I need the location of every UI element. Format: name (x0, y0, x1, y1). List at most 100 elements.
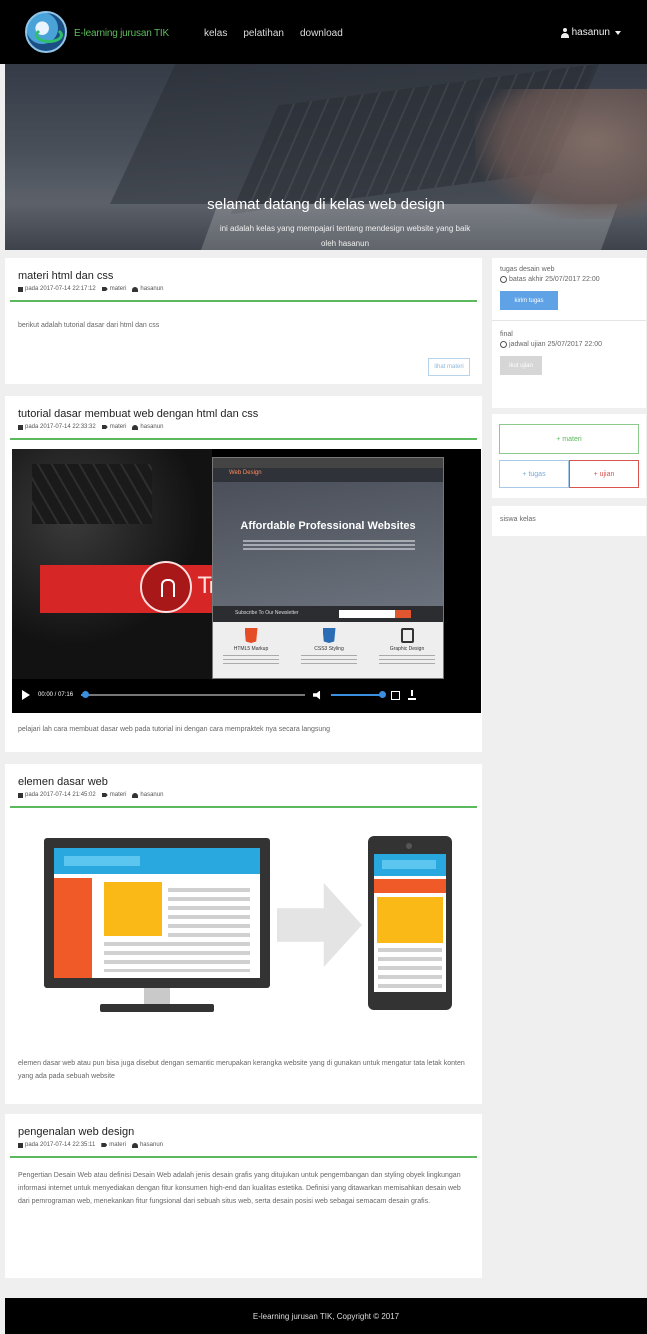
site-subtitle-lines (243, 540, 415, 550)
nav-links: kelas pelatihan download (204, 28, 343, 39)
post-title[interactable]: elemen dasar web (18, 776, 108, 788)
responsive-design-illustration (12, 818, 481, 1038)
nav-link-pelatihan[interactable]: pelatihan (243, 28, 284, 39)
hero-author: oleh hasanun (320, 239, 370, 249)
site-logo-text: Web Design (229, 470, 262, 476)
site-title: Affordable Professional Websites (240, 520, 416, 532)
desktop-text-lines (168, 888, 250, 938)
newsletter-label: Subscribe To Our Newsletter (235, 610, 299, 616)
mobile-phone (368, 836, 452, 1010)
site-feature: Graphic Design (377, 628, 437, 667)
post-card: materi html dan css pada 2017-07-14 22:1… (5, 258, 482, 384)
nav-link-download[interactable]: download (300, 28, 343, 39)
post-date: pada 2017-07-14 21:45:02 (18, 792, 96, 798)
user-icon (132, 286, 139, 292)
volume-slider[interactable] (331, 691, 387, 698)
post-date: pada 2017-07-14 22:17:12 (18, 286, 96, 292)
add-materi-button[interactable]: + materi (499, 424, 639, 454)
tag-icon (101, 793, 108, 797)
post-author[interactable]: hasanun (132, 792, 163, 798)
post-body: Pengertian Desain Web atau definisi Desa… (18, 1172, 461, 1205)
clock-icon (500, 276, 507, 283)
post-meta: pada 2017-07-14 21:45:02 materi hasanun (18, 792, 163, 798)
post-author[interactable]: hasanun (132, 424, 163, 430)
post-body: elemen dasar web atau pun bisa juga dise… (18, 1060, 465, 1080)
elearning-logo[interactable] (25, 11, 67, 53)
nav-link-kelas[interactable]: kelas (204, 28, 227, 39)
post-divider (10, 806, 477, 808)
post-author[interactable]: hasanun (131, 1142, 163, 1148)
post-tag[interactable]: materi (101, 1142, 126, 1148)
feature-label: Graphic Design (389, 646, 425, 652)
feature-description (301, 655, 357, 667)
user-name: hasanun (571, 27, 610, 38)
add-tugas-button[interactable]: + tugas (499, 460, 569, 488)
divider (492, 320, 646, 321)
task-panel: tugas desain web batas akhir 25/07/2017 … (492, 258, 646, 408)
submit-task-button[interactable]: kirim tugas (500, 291, 558, 310)
post-title[interactable]: tutorial dasar membuat web dengan html d… (18, 408, 258, 420)
tag-icon (101, 1143, 108, 1147)
video-channel-logo (140, 561, 192, 613)
clock-icon (500, 341, 507, 348)
post-divider (10, 1156, 477, 1158)
exam-schedule: jadwal ujian 25/07/2017 22:00 (500, 341, 638, 348)
newsletter-button (395, 610, 411, 618)
site-newsletter: Subscribe To Our Newsletter (213, 606, 443, 622)
video-controls: 00:00 / 07:16 (12, 681, 481, 709)
user-menu[interactable]: hasanun (560, 27, 621, 38)
task-label: tugas desain web (500, 266, 555, 273)
task-deadline: batas akhir 25/07/2017 22:00 (500, 276, 638, 283)
hero-banner: selamat datang di kelas web design ini a… (5, 64, 647, 250)
video-website-screenshot: Web Design Affordable Professional Websi… (212, 457, 444, 679)
tag-icon (101, 287, 108, 291)
video-progress-bar[interactable] (81, 691, 306, 698)
phone-text-lines (378, 948, 442, 988)
video-progress-fill (81, 691, 90, 698)
navbar: E-learning jurusan TIK kelas pelatihan d… (0, 0, 647, 64)
css3-icon (322, 628, 336, 643)
desktop-sidebar-block (54, 878, 92, 978)
feature-label: HTML5 Markup (233, 646, 269, 652)
calendar-icon (18, 792, 23, 798)
play-icon[interactable] (22, 690, 30, 700)
site-feature: CSS3 Styling (299, 628, 359, 667)
post-author[interactable]: hasanun (132, 286, 163, 292)
post-title[interactable]: materi html dan css (18, 270, 113, 282)
calendar-icon (18, 1142, 23, 1148)
caret-down-icon (615, 30, 621, 35)
footer-copyright: E-learning jurusan TIK, Copyright © 2017 (252, 1311, 400, 1321)
class-students-link[interactable]: siswa kelas (500, 516, 638, 523)
post-card: pengenalan web design pada 2017-07-14 22… (5, 1114, 482, 1278)
feature-description (223, 655, 279, 667)
post-title[interactable]: pengenalan web design (18, 1126, 134, 1138)
post-divider (10, 300, 477, 302)
phone-nav-block (374, 879, 446, 893)
arrow-right-icon (277, 883, 362, 967)
hero-title: selamat datang di kelas web design (207, 196, 445, 213)
desktop-content-block (104, 882, 162, 936)
hero-description: ini adalah kelas yang mempajari tentang … (219, 224, 471, 233)
user-icon (560, 27, 569, 38)
post-tag[interactable]: materi (101, 286, 126, 292)
download-icon[interactable] (408, 690, 417, 700)
user-icon (131, 1142, 138, 1148)
take-exam-button[interactable]: ikut ujian (500, 356, 542, 375)
volume-icon[interactable] (313, 690, 321, 700)
add-ujian-button[interactable]: + ujian (569, 460, 639, 488)
exam-item: final jadwal ujian 25/07/2017 22:00 ikut… (500, 331, 638, 375)
browser-bar (213, 458, 443, 468)
phone-screen (374, 854, 446, 992)
post-tag[interactable]: materi (101, 424, 126, 430)
view-materi-button[interactable]: lihat materi (428, 358, 470, 376)
graphic-design-icon (400, 628, 414, 643)
user-icon (132, 792, 139, 798)
feature-label: CSS3 Styling (314, 646, 344, 652)
site-feature: HTML5 Markup (221, 628, 281, 667)
video-time: 00:00 / 07:16 (38, 692, 74, 698)
brand-name[interactable]: E-learning jurusan TIK (74, 28, 169, 39)
post-tag[interactable]: materi (101, 792, 126, 798)
video-player[interactable]: Tr Web Design Affordable Professional We… (12, 449, 481, 713)
monitor-base (100, 1004, 214, 1012)
fullscreen-icon[interactable] (391, 690, 401, 700)
